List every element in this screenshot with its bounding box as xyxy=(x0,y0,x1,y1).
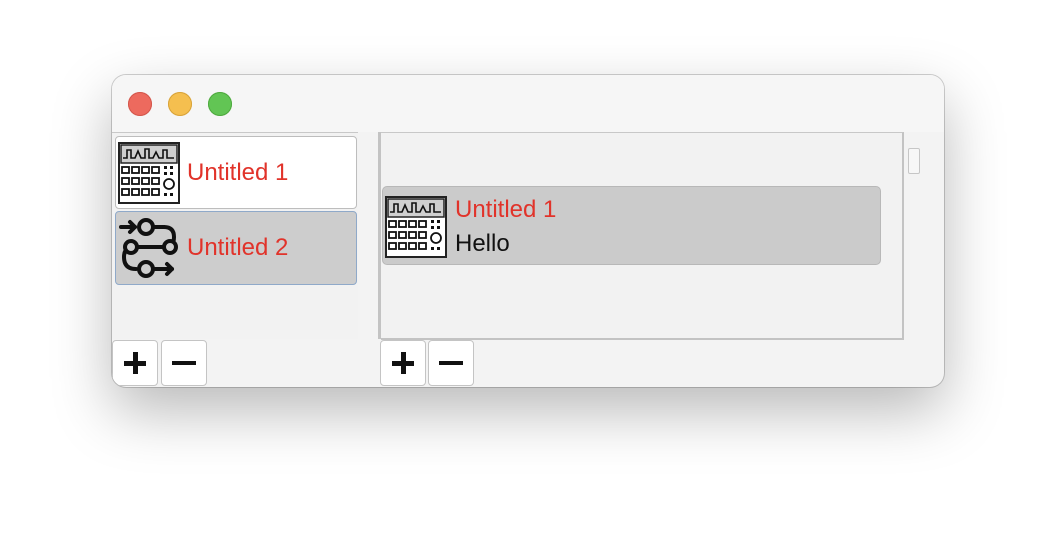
close-window-button[interactable] xyxy=(128,92,152,116)
sidebar-item-label: Untitled 1 xyxy=(187,159,289,186)
detail-add-button[interactable] xyxy=(380,340,426,386)
detail-card[interactable]: Untitled 1 Hello xyxy=(382,186,881,265)
minus-icon xyxy=(172,361,196,365)
step-sequencer-icon xyxy=(118,142,180,204)
plus-icon xyxy=(124,352,146,374)
sidebar-item-untitled-1[interactable]: Untitled 1 xyxy=(115,136,357,209)
sidebar-item-untitled-2[interactable]: Untitled 2 xyxy=(115,211,357,285)
card-subtitle: Hello xyxy=(455,230,510,257)
card-title: Untitled 1 xyxy=(455,196,557,223)
minimize-window-button[interactable] xyxy=(168,92,192,116)
title-bar[interactable] xyxy=(112,75,944,132)
detail-remove-button[interactable] xyxy=(428,340,474,386)
plus-icon xyxy=(392,352,414,374)
sidebar-add-button[interactable] xyxy=(112,340,158,386)
minus-icon xyxy=(439,361,463,365)
zoom-window-button[interactable] xyxy=(208,92,232,116)
routing-flow-icon xyxy=(119,218,178,278)
sidebar-item-label: Untitled 2 xyxy=(187,234,289,261)
app-window: Untitled 1 Untitled 2 Untitled 1 Hello xyxy=(112,75,944,387)
step-sequencer-icon xyxy=(385,196,447,258)
sidebar-remove-button[interactable] xyxy=(161,340,207,386)
scroll-indicator[interactable] xyxy=(908,148,920,174)
